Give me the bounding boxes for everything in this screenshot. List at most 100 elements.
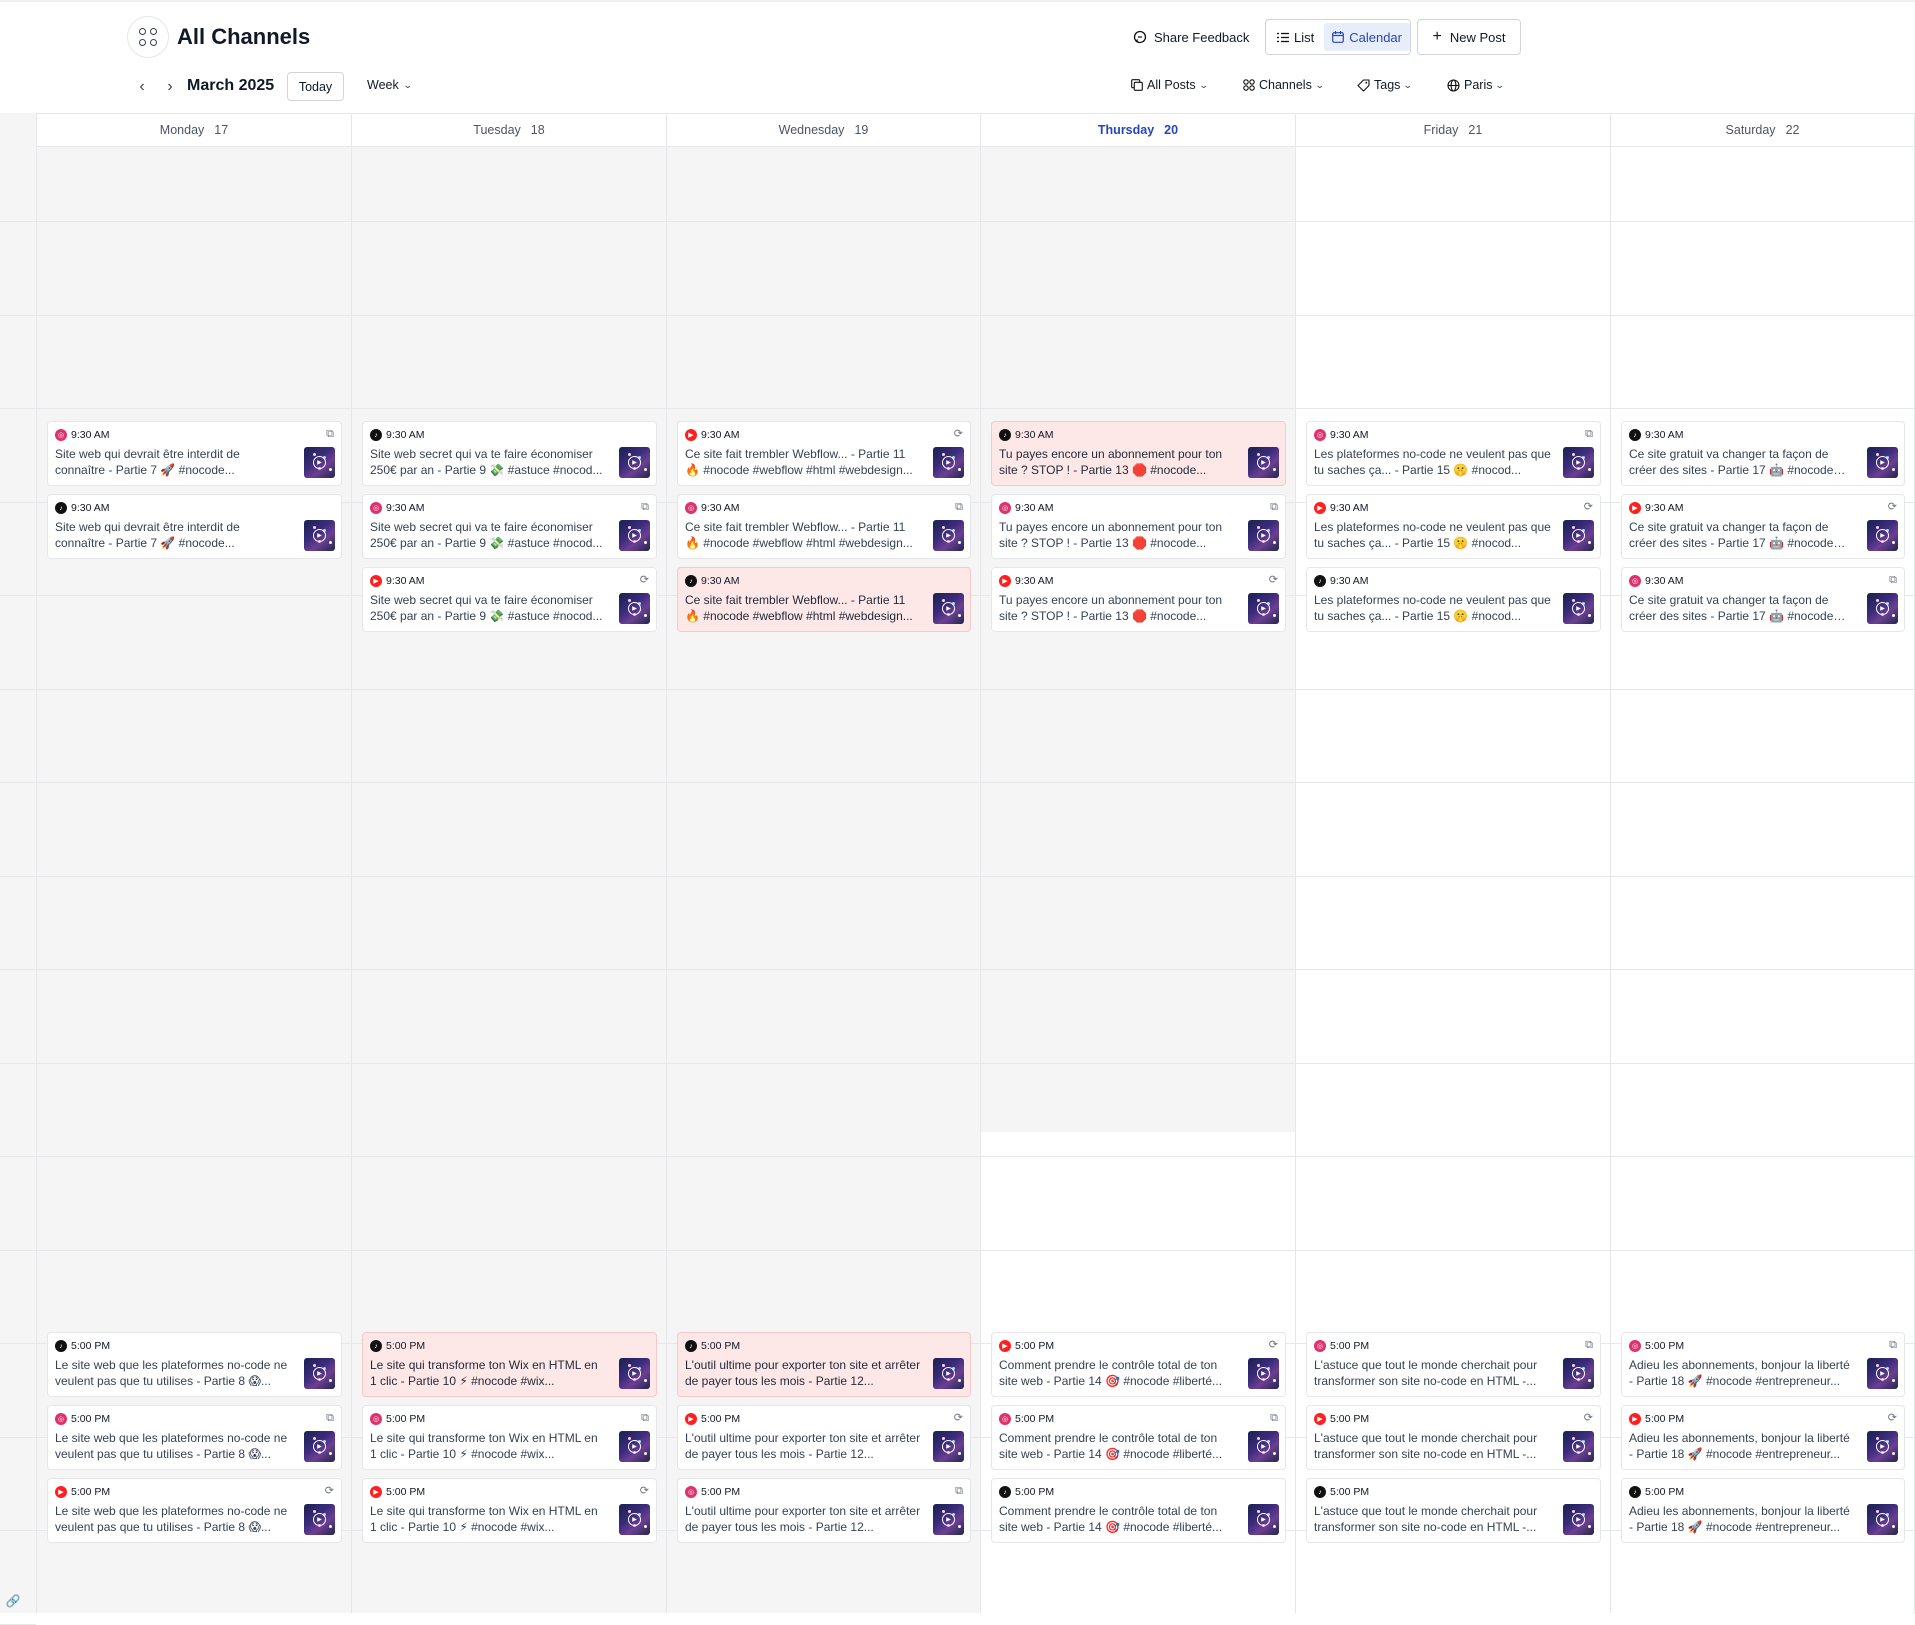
post-card[interactable]: ♪5:00 PMLe site qui transforme ton Wix e… bbox=[362, 1332, 657, 1397]
post-card[interactable]: ♪5:00 PMComment prendre le contrôle tota… bbox=[991, 1478, 1286, 1543]
video-thumbnail: ▶ bbox=[1867, 1431, 1898, 1462]
post-card[interactable]: ♪5:00 PMAdieu les abonnements, bonjour l… bbox=[1621, 1478, 1905, 1543]
post-card[interactable]: ▶9:30 AM⟳Site web secret qui va te faire… bbox=[362, 567, 657, 632]
post-card[interactable]: ◎5:00 PM⧉L'outil ultime pour exporter to… bbox=[677, 1478, 971, 1543]
post-caption: Ce site fait trembler Webflow... - Parti… bbox=[685, 592, 921, 624]
post-time-row: ▶5:00 PM bbox=[685, 1412, 963, 1426]
post-card[interactable]: ♪5:00 PML'astuce que tout le monde cherc… bbox=[1306, 1478, 1601, 1543]
post-card[interactable]: ▶5:00 PM⟳L'outil ultime pour exporter to… bbox=[677, 1405, 971, 1470]
post-card[interactable]: ◎5:00 PM⧉Le site web que les plateformes… bbox=[47, 1405, 342, 1470]
youtube-icon: ▶ bbox=[1629, 1413, 1641, 1425]
tags-filter[interactable]: Tags ⌄ bbox=[1357, 78, 1412, 92]
post-card[interactable]: ◎9:30 AM⧉Les plateformes no-code ne veul… bbox=[1306, 421, 1601, 486]
post-time-row: ▶5:00 PM bbox=[1629, 1412, 1897, 1426]
share-feedback-button[interactable]: Share Feedback bbox=[1133, 22, 1249, 52]
post-time-row: ♪9:30 AM bbox=[999, 428, 1278, 442]
post-card[interactable]: ▶5:00 PM⟳Le site web que les plateformes… bbox=[47, 1478, 342, 1543]
day-header: Friday21 bbox=[1296, 113, 1610, 147]
hour-line bbox=[1296, 221, 1610, 222]
new-post-button[interactable]: + New Post bbox=[1417, 19, 1521, 55]
list-view-button[interactable]: List bbox=[1269, 23, 1322, 51]
channels-filter[interactable]: Channels ⌄ bbox=[1243, 78, 1323, 92]
hour-line bbox=[352, 221, 666, 222]
instagram-icon: ◎ bbox=[685, 1486, 697, 1498]
post-time-row: ♪9:30 AM bbox=[370, 428, 649, 442]
range-select[interactable]: Week ⌄ bbox=[367, 78, 411, 92]
post-card[interactable]: ▶9:30 AM⟳Tu payes encore un abonnement p… bbox=[991, 567, 1286, 632]
hour-line bbox=[1296, 782, 1610, 783]
post-card[interactable]: ◎9:30 AM⧉Site web qui devrait être inter… bbox=[47, 421, 342, 486]
post-card[interactable]: ♪9:30 AMCe site gratuit va changer ta fa… bbox=[1621, 421, 1905, 486]
all-posts-filter[interactable]: All Posts ⌄ bbox=[1131, 78, 1207, 92]
post-card[interactable]: ▶9:30 AM⟳Les plateformes no-code ne veul… bbox=[1306, 494, 1601, 559]
today-button[interactable]: Today bbox=[287, 72, 344, 101]
post-time-row: ♪9:30 AM bbox=[55, 501, 334, 515]
instagram-icon: ◎ bbox=[1314, 429, 1326, 441]
post-card[interactable]: ♪5:00 PMLe site web que les plateformes … bbox=[47, 1332, 342, 1397]
hour-line bbox=[667, 1156, 980, 1157]
hour-line bbox=[1611, 876, 1914, 877]
hour-line bbox=[0, 1156, 36, 1157]
hour-line bbox=[0, 315, 36, 316]
post-card[interactable]: ▶9:30 AM⟳Ce site gratuit va changer ta f… bbox=[1621, 494, 1905, 559]
timezone-filter[interactable]: Paris ⌄ bbox=[1447, 78, 1504, 92]
post-card[interactable]: ◎5:00 PM⧉L'astuce que tout le monde cher… bbox=[1306, 1332, 1601, 1397]
next-week-button[interactable]: › bbox=[160, 77, 180, 97]
post-card[interactable]: ◎5:00 PM⧉Comment prendre le contrôle tot… bbox=[991, 1405, 1286, 1470]
hour-line bbox=[37, 1156, 351, 1157]
youtube-icon: ▶ bbox=[1629, 502, 1641, 514]
post-card[interactable]: ◎9:30 AM⧉Site web secret qui va te faire… bbox=[362, 494, 657, 559]
video-thumbnail: ▶ bbox=[304, 1431, 335, 1462]
calendar-view-button[interactable]: Calendar bbox=[1324, 23, 1410, 51]
post-card[interactable]: ▶5:00 PM⟳Le site qui transforme ton Wix … bbox=[362, 1478, 657, 1543]
post-card[interactable]: ♪9:30 AMTu payes encore un abonnement po… bbox=[991, 421, 1286, 486]
hour-line bbox=[667, 969, 980, 970]
month-label: March 2025 bbox=[187, 77, 274, 95]
post-time: 5:00 PM bbox=[1015, 1413, 1054, 1425]
post-card[interactable]: ▶5:00 PM⟳Comment prendre le contrôle tot… bbox=[991, 1332, 1286, 1397]
tiktok-icon: ♪ bbox=[999, 429, 1011, 441]
hour-line bbox=[667, 315, 980, 316]
post-card[interactable]: ▶9:30 AM⟳Ce site fait trembler Webflow..… bbox=[677, 421, 971, 486]
play-icon: ▶ bbox=[1257, 1440, 1270, 1453]
post-time-row: ▶9:30 AM bbox=[370, 574, 649, 588]
post-card[interactable]: ◎9:30 AM⧉Ce site gratuit va changer ta f… bbox=[1621, 567, 1905, 632]
post-card[interactable]: ◎5:00 PM⧉Adieu les abonnements, bonjour … bbox=[1621, 1332, 1905, 1397]
hour-line bbox=[0, 1063, 36, 1064]
hour-line bbox=[0, 689, 36, 690]
post-card[interactable]: ♪9:30 AMCe site fait trembler Webflow...… bbox=[677, 567, 971, 632]
post-time-row: ♪9:30 AM bbox=[1629, 428, 1897, 442]
post-card[interactable]: ◎5:00 PM⧉Le site qui transforme ton Wix … bbox=[362, 1405, 657, 1470]
post-card[interactable]: ♪9:30 AMLes plateformes no-code ne veule… bbox=[1306, 567, 1601, 632]
play-icon: ▶ bbox=[1876, 602, 1889, 615]
calendar-view-label: Calendar bbox=[1349, 30, 1402, 45]
post-card[interactable]: ♪9:30 AMSite web qui devrait être interd… bbox=[47, 494, 342, 559]
video-thumbnail: ▶ bbox=[304, 520, 335, 551]
post-time: 5:00 PM bbox=[71, 1486, 110, 1498]
day-column-friday: Friday21◎9:30 AM⧉Les plateformes no-code… bbox=[1296, 113, 1611, 1613]
plus-icon: + bbox=[1433, 29, 1442, 45]
post-card[interactable]: ♪9:30 AMSite web secret qui va te faire … bbox=[362, 421, 657, 486]
post-time-row: ▶5:00 PM bbox=[55, 1485, 334, 1499]
post-card[interactable]: ▶5:00 PM⟳L'astuce que tout le monde cher… bbox=[1306, 1405, 1601, 1470]
post-card[interactable]: ▶5:00 PM⟳Adieu les abonnements, bonjour … bbox=[1621, 1405, 1905, 1470]
play-icon: ▶ bbox=[628, 456, 641, 469]
post-time-row: ◎5:00 PM bbox=[55, 1412, 334, 1426]
hour-line bbox=[37, 782, 351, 783]
post-card[interactable]: ♪5:00 PML'outil ultime pour exporter ton… bbox=[677, 1332, 971, 1397]
calendar-icon bbox=[1332, 31, 1344, 43]
post-time-row: ♪5:00 PM bbox=[1629, 1485, 1897, 1499]
hour-line bbox=[981, 221, 1295, 222]
post-time: 9:30 AM bbox=[1330, 429, 1369, 441]
post-card[interactable]: ◎9:30 AM⧉Tu payes encore un abonnement p… bbox=[991, 494, 1286, 559]
post-caption: Comment prendre le contrôle total de ton… bbox=[999, 1357, 1236, 1389]
hour-line bbox=[981, 315, 1295, 316]
day-header: Monday17 bbox=[37, 113, 351, 147]
link-icon[interactable]: 🔗 bbox=[3, 1591, 23, 1611]
hour-line bbox=[981, 969, 1295, 970]
post-time-row: ♪9:30 AM bbox=[1314, 574, 1593, 588]
post-card[interactable]: ◎9:30 AM⧉Ce site fait trembler Webflow..… bbox=[677, 494, 971, 559]
post-time-row: ◎5:00 PM bbox=[1314, 1339, 1593, 1353]
channels-grid-icon[interactable] bbox=[127, 16, 169, 58]
previous-week-button[interactable]: ‹ bbox=[132, 77, 152, 97]
